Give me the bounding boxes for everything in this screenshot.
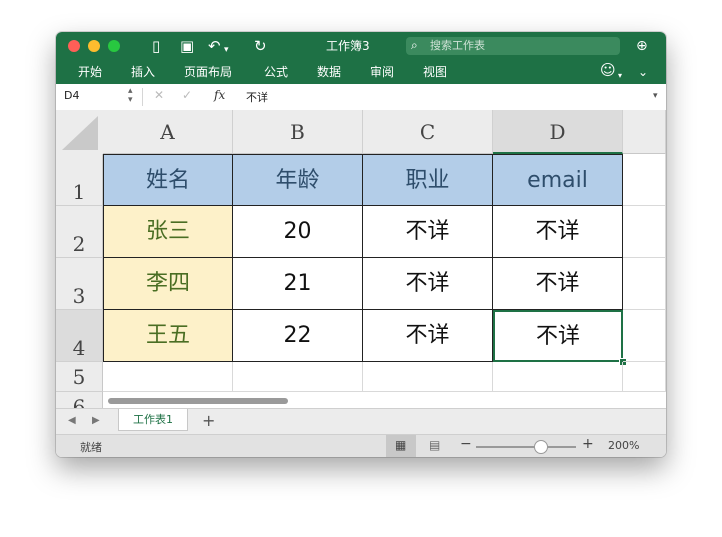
cell-b2[interactable]: 20: [233, 206, 363, 258]
cell-e3[interactable]: [623, 258, 666, 310]
sidebar-toggle-icon[interactable]: ▯: [152, 37, 160, 55]
minimize-window-button[interactable]: [88, 40, 100, 52]
ribbon-tabs: 开始 插入 页面布局 公式 数据 审阅 视图 ☺ ▾ ⌄: [56, 60, 666, 84]
title-bar: ▯ ▣ ↶ ▾ ↻ 工作簿3 ⌕ 搜索工作表 ⊕: [56, 32, 666, 60]
cell-c5[interactable]: [363, 362, 493, 392]
status-bar: 就绪 ▦ ▤ − + 200%: [56, 434, 666, 457]
tab-review[interactable]: 审阅: [370, 64, 394, 80]
insert-function-icon[interactable]: fx: [214, 88, 225, 102]
grid-view-icon: ▦: [395, 438, 407, 452]
cell-d3[interactable]: 不详: [493, 258, 623, 310]
tab-insert[interactable]: 插入: [131, 64, 155, 80]
cell-e2[interactable]: [623, 206, 666, 258]
page-layout-view-icon[interactable]: ▤: [429, 438, 440, 452]
zoom-level[interactable]: 200%: [608, 439, 639, 452]
name-box-stepper-icon[interactable]: ▴ ▾: [128, 87, 133, 105]
close-window-button[interactable]: [68, 40, 80, 52]
zoom-slider-track[interactable]: [476, 446, 576, 448]
zoom-slider-thumb[interactable]: [534, 440, 548, 454]
cell-d4-selected[interactable]: 不详: [493, 310, 623, 362]
cell-a2[interactable]: 张三: [103, 206, 233, 258]
cell-e4[interactable]: [623, 310, 666, 362]
redo-icon[interactable]: ↻: [254, 37, 267, 55]
cell-b3[interactable]: 21: [233, 258, 363, 310]
cell-a3[interactable]: 李四: [103, 258, 233, 310]
tab-data[interactable]: 数据: [317, 64, 341, 80]
row-header-5[interactable]: 5: [56, 362, 103, 392]
expand-formula-icon[interactable]: ▾: [653, 91, 658, 101]
cell-c3[interactable]: 不详: [363, 258, 493, 310]
formula-value[interactable]: 不详: [246, 89, 268, 105]
cell-b4[interactable]: 22: [233, 310, 363, 362]
divider: [142, 88, 143, 106]
name-box[interactable]: D4: [64, 89, 79, 102]
zoom-window-button[interactable]: [108, 40, 120, 52]
cell-c1[interactable]: 职业: [363, 154, 493, 206]
cell-d1[interactable]: email: [493, 154, 623, 206]
row-header-6[interactable]: 6: [56, 392, 103, 408]
cell-a1[interactable]: 姓名: [103, 154, 233, 206]
tab-formulas[interactable]: 公式: [264, 64, 288, 80]
cell-a5[interactable]: [103, 362, 233, 392]
tab-view[interactable]: 视图: [423, 64, 447, 80]
tab-page-layout[interactable]: 页面布局: [184, 64, 232, 80]
column-header-e[interactable]: [623, 110, 666, 154]
column-header-d[interactable]: D: [493, 110, 623, 154]
cell-c4[interactable]: 不详: [363, 310, 493, 362]
row-header-2[interactable]: 2: [56, 206, 103, 258]
column-header-b[interactable]: B: [233, 110, 363, 154]
search-box[interactable]: ⌕ 搜索工作表: [406, 37, 620, 55]
horizontal-scrollbar[interactable]: [108, 398, 288, 404]
status-text: 就绪: [80, 441, 102, 454]
cell-a4[interactable]: 王五: [103, 310, 233, 362]
cell-b1[interactable]: 年龄: [233, 154, 363, 206]
column-header-c[interactable]: C: [363, 110, 493, 154]
excel-window: ▯ ▣ ↶ ▾ ↻ 工作簿3 ⌕ 搜索工作表 ⊕ 开始 插入 页面布局 公式 数…: [56, 32, 666, 457]
feedback-dropdown-icon[interactable]: ▾: [618, 68, 622, 84]
search-placeholder: 搜索工作表: [430, 39, 485, 52]
cancel-icon[interactable]: ✕: [154, 88, 164, 102]
normal-view-button[interactable]: ▦: [386, 435, 416, 457]
zoom-in-button[interactable]: +: [582, 436, 594, 452]
cell-e1[interactable]: [623, 154, 666, 206]
zoom-out-button[interactable]: −: [460, 436, 472, 452]
cell-c2[interactable]: 不详: [363, 206, 493, 258]
window-title: 工作簿3: [326, 39, 370, 53]
worksheet-grid[interactable]: A B C D 1 2 3 4 5 6 姓名 年龄 职业 email 张三 20…: [56, 110, 666, 408]
next-sheet-icon[interactable]: ▶: [92, 415, 100, 426]
row-header-1[interactable]: 1: [56, 154, 103, 206]
select-all-corner[interactable]: [56, 110, 104, 155]
cell-b5[interactable]: [233, 362, 363, 392]
row-header-3[interactable]: 3: [56, 258, 103, 310]
confirm-icon[interactable]: ✓: [182, 88, 192, 102]
collapse-ribbon-icon[interactable]: ⌄: [638, 64, 648, 80]
add-person-icon[interactable]: ⊕: [636, 37, 648, 55]
column-header-a[interactable]: A: [103, 110, 233, 154]
cell-e5[interactable]: [623, 362, 666, 392]
sheet-tab-active[interactable]: 工作表1: [118, 409, 188, 431]
save-icon[interactable]: ▣: [180, 37, 194, 55]
sheet-tab-bar: ◀ ▶ 工作表1 +: [56, 408, 666, 435]
formula-bar: D4 ▴ ▾ ✕ ✓ fx 不详 ▾: [56, 84, 666, 111]
tab-home[interactable]: 开始: [78, 64, 102, 80]
feedback-smiley-icon[interactable]: ☺: [600, 62, 616, 78]
search-icon: ⌕: [411, 38, 418, 52]
add-sheet-button[interactable]: +: [202, 411, 215, 430]
cell-d2[interactable]: 不详: [493, 206, 623, 258]
row-header-4[interactable]: 4: [56, 310, 103, 362]
cell-d5[interactable]: [493, 362, 623, 392]
undo-dropdown-icon[interactable]: ▾: [224, 41, 229, 59]
prev-sheet-icon[interactable]: ◀: [68, 415, 76, 426]
undo-icon[interactable]: ↶: [208, 37, 221, 55]
